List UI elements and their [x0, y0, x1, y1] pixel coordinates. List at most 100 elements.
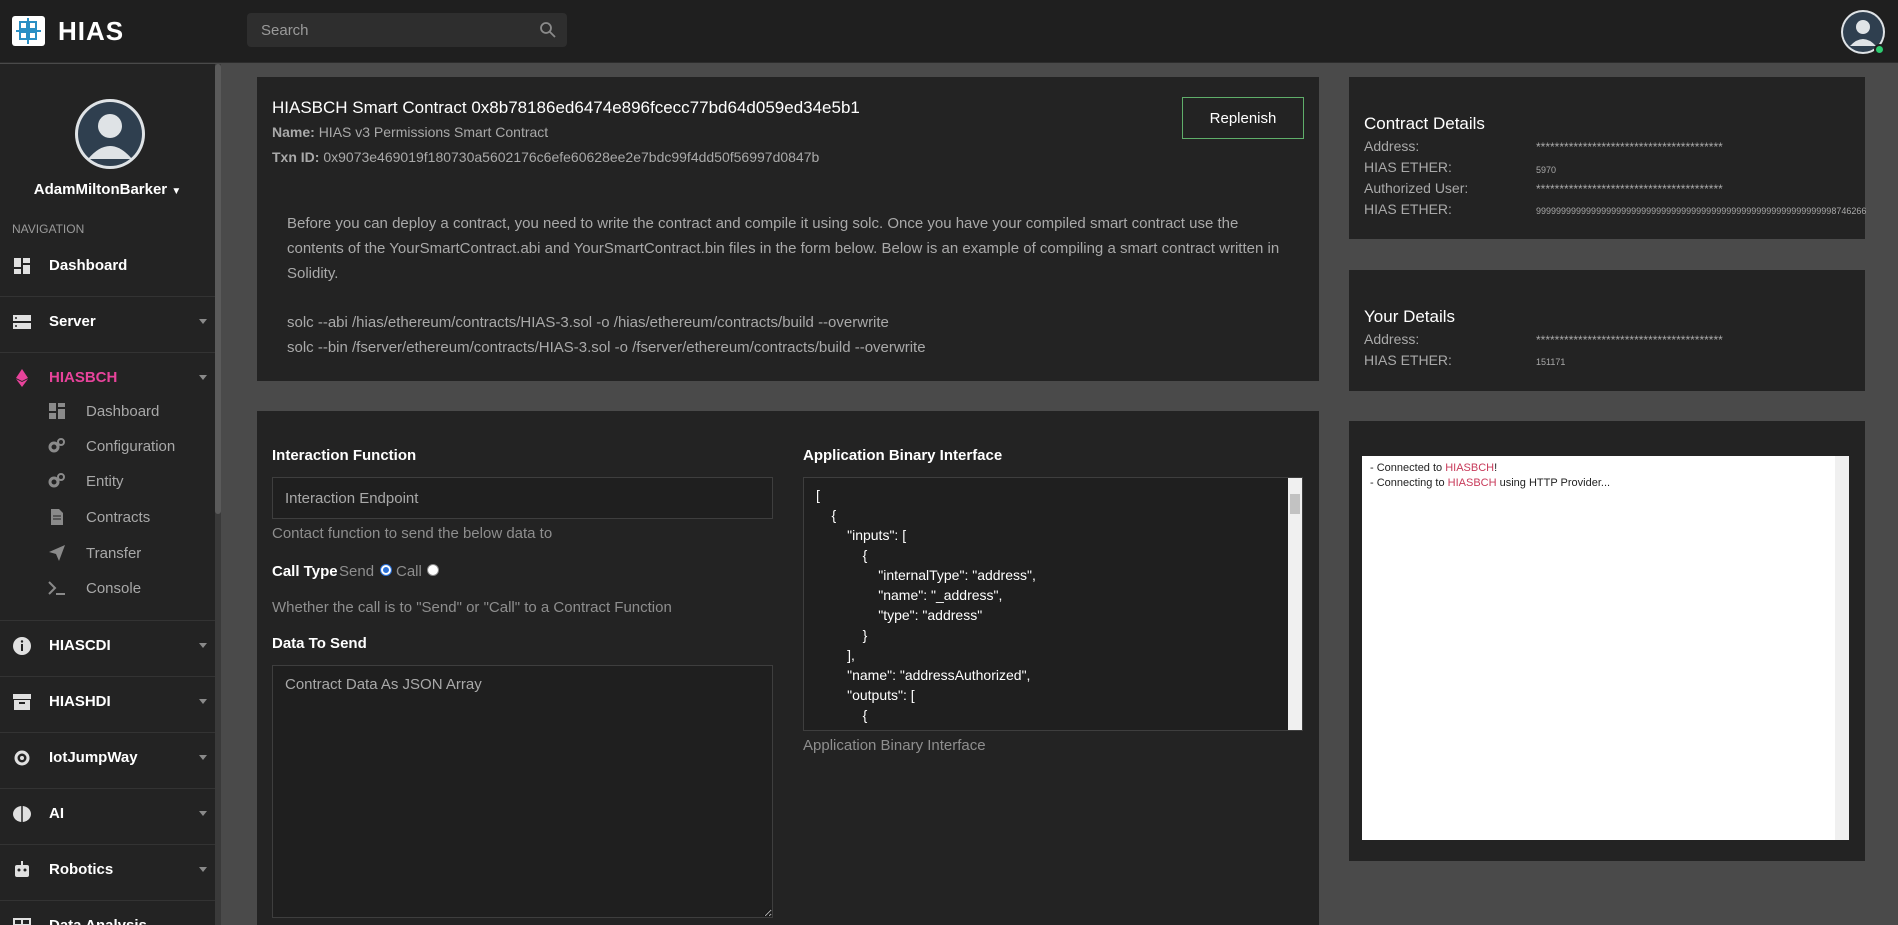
call-radio[interactable]: [427, 564, 439, 576]
sidebar-subitem-entity[interactable]: Entity: [0, 464, 215, 498]
sidebar-scroll-thumb[interactable]: [215, 64, 221, 514]
sidebar-item-ai[interactable]: AI: [0, 788, 215, 838]
sidebar-scrollbar[interactable]: [215, 64, 221, 925]
sidebar-subitem-console[interactable]: Console: [0, 571, 215, 605]
search-icon[interactable]: [539, 21, 557, 39]
abi-line: }: [816, 627, 868, 643]
sidebar-item-server[interactable]: Server: [0, 296, 215, 346]
app-brand[interactable]: HIAS: [58, 16, 124, 47]
contract-ether-label: HIAS ETHER:: [1364, 159, 1452, 175]
interaction-endpoint-input[interactable]: [272, 477, 773, 519]
console-line-highlight: HIASBCH: [1447, 477, 1497, 489]
sidebar-item-hiascdi[interactable]: HIASCDI: [0, 620, 215, 670]
gears-icon: [48, 473, 65, 488]
hias-logo-icon[interactable]: [12, 16, 45, 46]
search-input[interactable]: [247, 13, 537, 47]
profile-name[interactable]: AdamMiltonBarker ▼: [0, 181, 215, 198]
abi-label: Application Binary Interface: [803, 447, 1003, 464]
sidebar-item-label: HIASCDI: [49, 637, 111, 654]
sidebar-item-label: HIASHDI: [49, 693, 111, 710]
authorized-ether-value: 9999999999999999999999999999999999999999…: [1536, 206, 1867, 216]
console-output[interactable]: - Connected to HIASBCH! - Connecting to …: [1362, 456, 1849, 840]
nav-heading: NAVIGATION: [12, 222, 85, 236]
your-details-panel: [1349, 270, 1865, 391]
contract-address-value: ****************************************: [1536, 140, 1723, 154]
file-contract-icon: [51, 509, 63, 525]
chevron-down-icon: [199, 375, 207, 380]
sidebar-subitem-label: Configuration: [86, 438, 176, 455]
sidebar-item-dashboard[interactable]: Dashboard: [0, 241, 215, 291]
contract-address-label: Address:: [1364, 138, 1420, 154]
paper-plane-icon: [49, 545, 65, 561]
sidebar-subitem-label: Dashboard: [86, 403, 160, 420]
contract-txn-value: 0x9073e469019f180730a5602176c6efe60628ee…: [323, 149, 820, 165]
brain-icon: [13, 806, 31, 822]
abi-line: "inputs": [: [816, 527, 907, 543]
contract-intro-text: Before you can deploy a contract, you ne…: [287, 215, 1280, 282]
send-radio[interactable]: [380, 564, 392, 576]
data-icon: [13, 918, 31, 925]
your-address-label: Address:: [1364, 331, 1420, 347]
call-type-help: Whether the call is to "Send" or "Call" …: [272, 599, 672, 616]
your-address-value: ****************************************: [1536, 333, 1723, 347]
sidebar-subitem-configuration[interactable]: Configuration: [0, 429, 215, 463]
archive-icon: [13, 694, 31, 710]
search-box: [247, 13, 567, 47]
sidebar-subitem-label: Transfer: [86, 545, 142, 562]
abi-line: "outputs": [: [816, 687, 915, 703]
data-to-send-textarea[interactable]: [272, 665, 773, 918]
authorized-ether-label: HIAS ETHER:: [1364, 201, 1452, 217]
profile-name-text: AdamMiltonBarker: [33, 181, 168, 198]
sidebar-item-label: Data Analysis: [49, 917, 147, 925]
abi-textarea[interactable]: [ { "inputs": [ { "internalType": "addre…: [803, 477, 1303, 731]
sidebar-item-label: Robotics: [49, 861, 114, 878]
iot-icon: [14, 750, 30, 766]
abi-line: ],: [816, 647, 855, 663]
terminal-icon: [48, 581, 65, 595]
contract-details-title: Contract Details: [1364, 114, 1485, 133]
dashboard-icon: [49, 403, 65, 419]
abi-line: {: [816, 507, 837, 523]
contract-txn-label: Txn ID:: [272, 149, 320, 165]
abi-line: "name": "addressAuthorized",: [816, 667, 1031, 683]
abi-scroll-thumb[interactable]: [1290, 494, 1300, 514]
abi-line: "type": "address": [816, 607, 983, 623]
call-option-label: Call: [396, 563, 422, 580]
server-icon: [13, 315, 31, 329]
abi-scrollbar[interactable]: [1288, 478, 1302, 730]
console-line-prefix: - Connecting to: [1370, 477, 1448, 489]
sidebar-subitem-label: Console: [86, 580, 142, 597]
top-bar: HIAS: [0, 0, 1898, 63]
contract-title: HIASBCH Smart Contract 0x8b78186ed6474e8…: [272, 98, 860, 117]
send-option-label: Send: [339, 563, 375, 580]
replenish-button[interactable]: Replenish: [1182, 97, 1304, 139]
interaction-function-label: Interaction Function: [272, 447, 417, 464]
robot-icon: [15, 861, 29, 877]
console-line-suffix: using HTTP Provider...: [1496, 477, 1611, 489]
contract-name: Name: HIAS v3 Permissions Smart Contract: [272, 124, 548, 140]
sidebar-subitem-contracts[interactable]: Contracts: [0, 500, 215, 534]
contract-txn: Txn ID: 0x9073e469019f180730a5602176c6ef…: [272, 149, 819, 165]
sidebar-subitem-transfer[interactable]: Transfer: [0, 536, 215, 570]
authorized-user-value: ****************************************: [1536, 182, 1723, 196]
ethereum-icon: [16, 369, 28, 387]
sidebar-item-label: AI: [49, 805, 64, 822]
sidebar-subitem-dashboard[interactable]: Dashboard: [0, 394, 215, 428]
chevron-down-icon: [199, 755, 207, 760]
sidebar-item-iotjumpway[interactable]: IotJumpWay: [0, 732, 215, 782]
chevron-down-icon: [199, 319, 207, 324]
abi-line: "internalType": "address",: [816, 567, 1036, 583]
your-ether-value: 151171: [1536, 357, 1566, 367]
console-scrollbar[interactable]: [1835, 456, 1849, 840]
sidebar-item-hiashdi[interactable]: HIASHDI: [0, 676, 215, 726]
your-ether-label: HIAS ETHER:: [1364, 352, 1452, 368]
console-line-prefix: - Connected to: [1370, 462, 1446, 474]
sidebar-item-robotics[interactable]: Robotics: [0, 844, 215, 894]
abi-line: "name": "_address",: [816, 587, 1003, 603]
contract-ether-value: 5970: [1536, 165, 1557, 175]
dashboard-icon: [14, 258, 30, 274]
console-line: - Connected to HIASBCH!: [1370, 462, 1497, 474]
abi-line: {: [816, 707, 868, 723]
profile-avatar[interactable]: [75, 99, 145, 169]
sidebar-item-data-analysis[interactable]: Data Analysis: [0, 900, 215, 925]
